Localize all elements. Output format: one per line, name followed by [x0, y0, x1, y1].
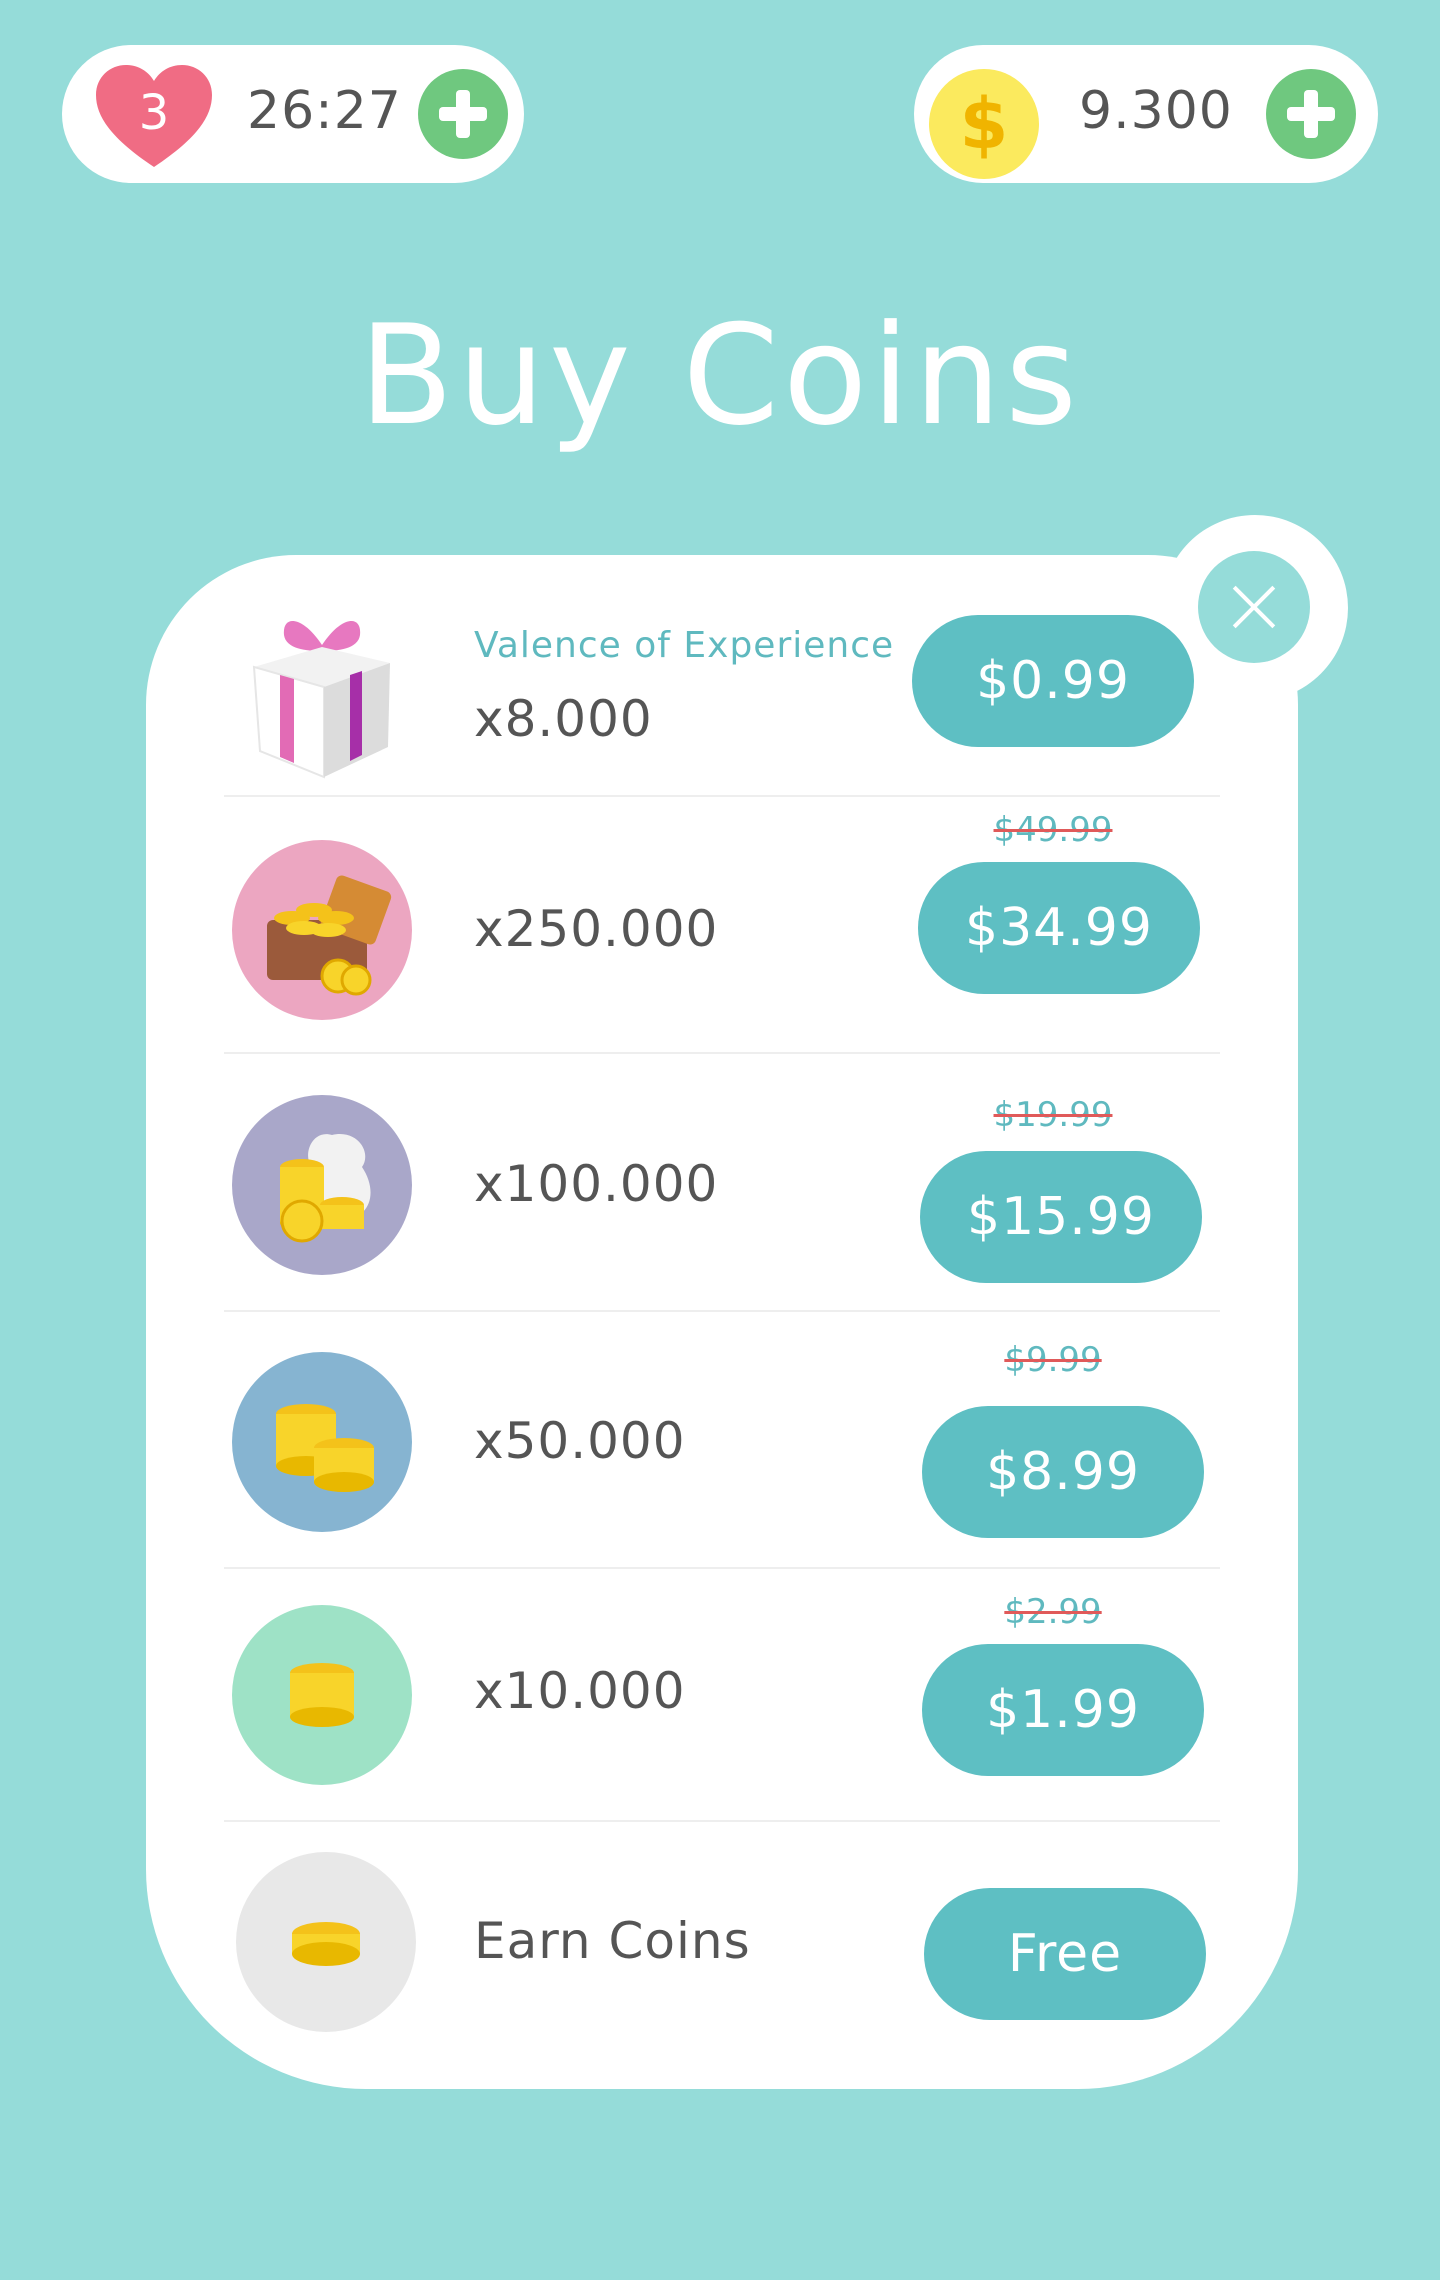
page-title: Buy Coins	[358, 295, 1082, 456]
original-price: $49.99	[993, 810, 1113, 850]
lives-count: 3	[138, 85, 170, 141]
dollar-coin-icon: $	[929, 69, 1039, 179]
row-divider	[224, 1052, 1220, 1054]
lives-timer: 26:27	[247, 81, 402, 141]
earn-coins-label: Earn Coins	[474, 1912, 751, 1970]
lives-panel: 3 26:27	[62, 45, 524, 183]
package-row: $49.99 x250.000 $34.99	[224, 800, 1220, 1055]
package-subtitle: Valence of Experience	[474, 625, 895, 666]
package-row: $9.99 x50.000 $8.99	[224, 1312, 1220, 1567]
package-row: $2.99 x10.000 $1.99	[224, 1570, 1220, 1820]
package-quantity: x250.000	[474, 900, 719, 958]
heart-icon: 3	[92, 63, 216, 171]
buy-button[interactable]: $34.99	[918, 862, 1200, 994]
package-quantity: x8.000	[474, 690, 653, 748]
buy-button[interactable]: $0.99	[912, 615, 1194, 747]
coins-panel: $ 9.300	[914, 45, 1378, 183]
row-divider	[224, 1567, 1220, 1569]
buy-button[interactable]: $8.99	[922, 1406, 1204, 1538]
free-button[interactable]: Free	[924, 1888, 1206, 2020]
add-coins-button[interactable]	[1266, 69, 1356, 159]
package-quantity: x50.000	[474, 1412, 686, 1470]
package-quantity: x10.000	[474, 1662, 686, 1720]
add-lives-button[interactable]	[418, 69, 508, 159]
original-price: $9.99	[1004, 1340, 1102, 1380]
package-quantity: x100.000	[474, 1155, 719, 1213]
package-row: $19.99 x100.000 $15.99	[224, 1055, 1220, 1310]
package-row: Valence of Experience x8.000 $0.99	[224, 600, 1220, 790]
original-price: $19.99	[993, 1095, 1113, 1135]
treasure-chest-icon	[232, 840, 412, 1020]
gift-box-icon	[232, 605, 412, 785]
coin-balance: 9.300	[1079, 81, 1233, 141]
coin-stack-icon	[232, 1605, 412, 1785]
package-row: Earn Coins Free	[224, 1822, 1220, 2052]
money-bag-icon	[232, 1095, 412, 1275]
buy-button[interactable]: $1.99	[922, 1644, 1204, 1776]
buy-button[interactable]: $15.99	[920, 1151, 1202, 1283]
original-price: $2.99	[1004, 1592, 1102, 1632]
row-divider	[224, 795, 1220, 797]
coin-stacks-icon	[232, 1352, 412, 1532]
coin-icon	[236, 1852, 416, 2032]
